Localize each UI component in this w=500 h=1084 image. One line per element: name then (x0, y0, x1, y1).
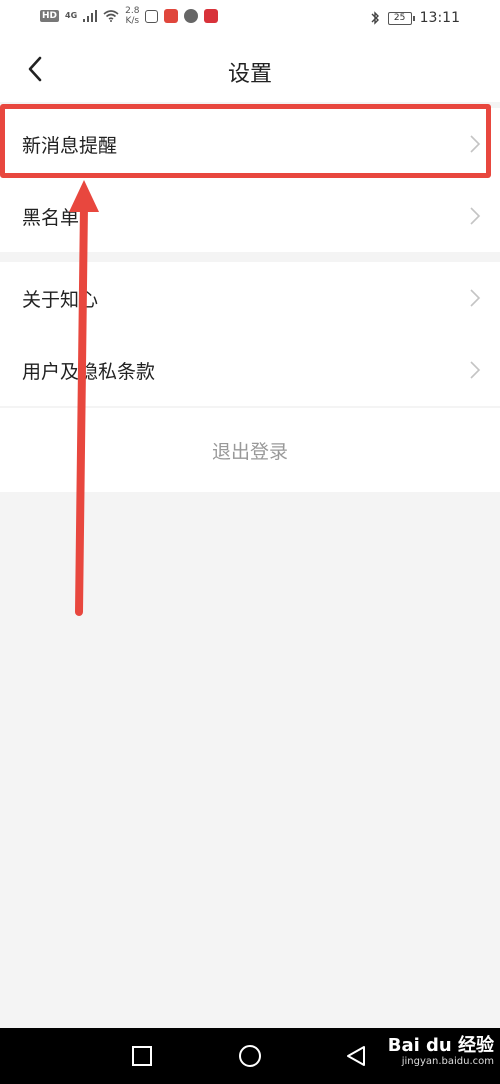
row-label: 新消息提醒 (22, 134, 118, 157)
row-privacy-terms[interactable]: 用户及隐私条款 (0, 334, 500, 406)
recent-apps-icon[interactable] (130, 1044, 154, 1068)
status-bar: HD 4G 2.8 K/s 25 13:11 (0, 0, 500, 38)
status-right: 25 13:11 (370, 10, 460, 26)
bluetooth-icon (371, 11, 379, 25)
row-about[interactable]: 关于知心 (0, 262, 500, 334)
baidu-jingyan-watermark: Bai du 经验 jingyan.baidu.com (388, 1036, 494, 1068)
status-left: HD 4G 2.8 K/s (40, 6, 219, 26)
logout-label: 退出登录 (211, 440, 288, 463)
signal-icon (83, 10, 98, 22)
row-label: 用户及隐私条款 (22, 360, 156, 383)
home-icon[interactable] (238, 1044, 262, 1068)
network-speed: 2.8 K/s (125, 6, 139, 26)
clock: 13:11 (419, 10, 460, 26)
page-header: 设置 (0, 38, 500, 102)
wifi-icon (103, 10, 119, 22)
row-label: 黑名单 (22, 206, 80, 229)
battery-icon: 25 (387, 11, 415, 25)
chevron-right-icon (470, 135, 481, 153)
watermark-url: jingyan.baidu.com (401, 1056, 494, 1067)
chevron-right-icon (470, 289, 481, 307)
notification-app-icon (204, 9, 219, 23)
chevron-right-icon (470, 207, 481, 225)
speed-unit: K/s (125, 16, 140, 26)
row-blacklist[interactable]: 黑名单 (0, 180, 500, 252)
gray-app-icon (184, 9, 199, 23)
watermark-logo: Bai du 经验 (387, 1035, 494, 1056)
back-triangle-icon[interactable] (344, 1044, 368, 1068)
network-type: 4G (65, 11, 78, 20)
video-app-icon (145, 9, 159, 23)
settings-group-1: 新消息提醒 黑名单 (0, 108, 500, 252)
speed-value: 2.8 (125, 6, 140, 16)
logout-button[interactable]: 退出登录 (0, 408, 500, 492)
hd-indicator: HD (40, 10, 60, 22)
row-new-message-alert[interactable]: 新消息提醒 (0, 108, 500, 180)
red-app-icon (164, 9, 179, 23)
page-title: 设置 (227, 62, 272, 87)
system-nav-bar: Bai du 经验 jingyan.baidu.com (0, 1028, 500, 1084)
row-label: 关于知心 (22, 288, 99, 311)
settings-group-2: 关于知心 用户及隐私条款 (0, 262, 500, 406)
chevron-right-icon (470, 361, 481, 379)
